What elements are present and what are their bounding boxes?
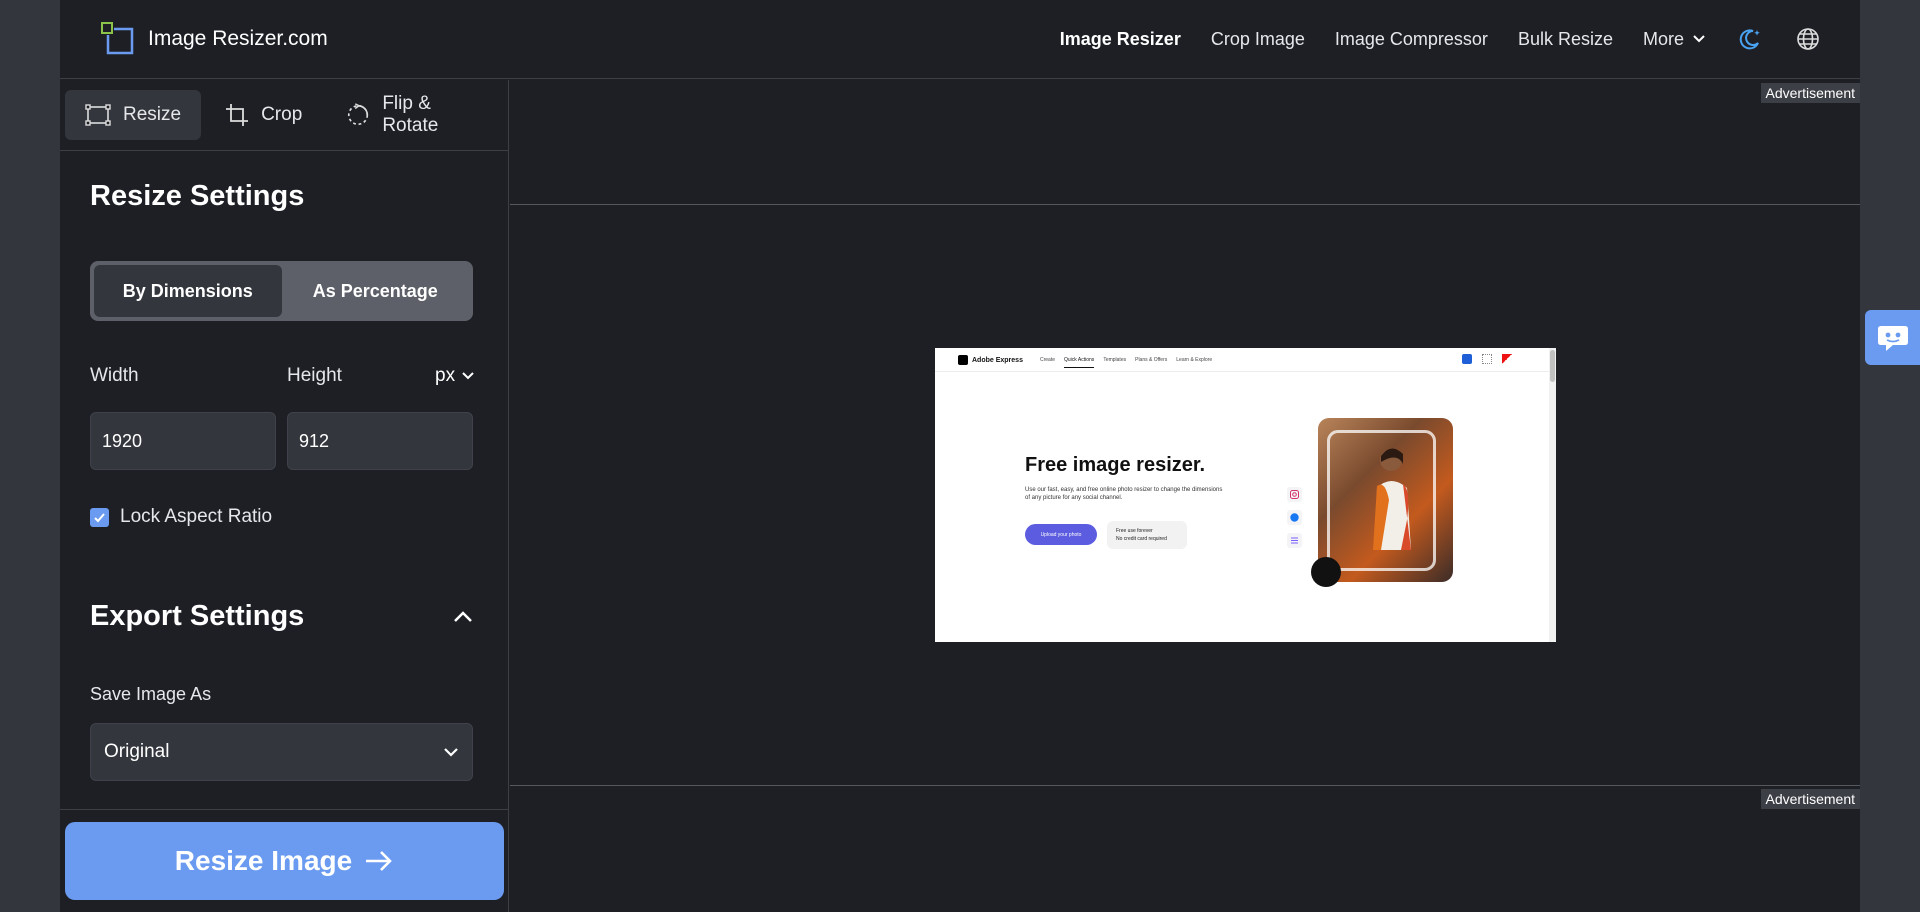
adobe-red-icon [1502,354,1512,364]
preview-free-line: Free use forever [1116,528,1153,534]
nav-crop-image[interactable]: Crop Image [1211,29,1305,50]
crop-icon [226,104,249,126]
nav-bulk-resize[interactable]: Bulk Resize [1518,29,1613,50]
resize-icon [85,104,111,126]
main-nav: Image Resizer Crop Image Image Compresso… [1030,22,1822,56]
unit-value: px [435,365,456,386]
chevron-down-icon [462,372,474,380]
preview-nav-link: Plans & Offers [1135,357,1168,363]
list-icon [1287,533,1302,548]
unit-select[interactable]: px [435,365,475,387]
preview-apps-icon [1482,354,1492,364]
save-image-as-label: Save Image As [90,684,212,704]
image-preview[interactable]: Adobe Express Create Quick Actions Templ… [935,348,1556,642]
ad-slot-bottom: Advertisement [510,785,1860,912]
preview-scroll-thumb [1550,350,1555,382]
theme-toggle-icon[interactable] [1736,25,1764,53]
tool-tabs: Resize Crop Flip & Rotate [60,80,508,151]
resize-image-label: Resize Image [174,845,353,876]
checkbox-checked-icon [90,507,109,527]
tab-crop-label: Crop [261,104,303,125]
preview-person-image [1373,448,1411,550]
preview-subtext: Use our fast, easy, and free online phot… [1025,487,1223,501]
preview-fab [1311,557,1341,587]
tab-resize-label: Resize [123,104,182,125]
chevron-up-icon[interactable] [453,610,473,629]
resize-settings-title: Resize Settings [90,180,305,212]
logo[interactable]: Image Resizer.com [100,22,328,56]
nav-more-label: More [1642,28,1684,49]
preview-upload-button: Upload your photo [1025,524,1097,545]
height-label: Height [287,365,342,386]
by-dimensions-button[interactable]: By Dimensions [94,265,282,317]
preview-nav: Adobe Express Create Quick Actions Templ… [935,348,1556,372]
settings-panel: Resize Crop Flip & Rotate Resize Setting… [60,80,509,912]
preview-headline: Free image resizer. [1025,454,1206,476]
chatbot-icon [1877,325,1908,351]
save-format-value: Original [104,741,170,762]
chat-support-button[interactable] [1865,310,1920,365]
width-label: Width [90,365,139,386]
preview-free-badge: Free use forever No credit card required [1107,521,1187,549]
tab-resize[interactable]: Resize [65,90,202,140]
nav-image-compressor[interactable]: Image Compressor [1335,29,1488,50]
preview-right-icons [1462,354,1522,364]
resize-image-button[interactable]: Resize Image [65,822,504,900]
preview-brand-text: Adobe Express [972,356,1023,364]
nav-more[interactable]: More [1643,29,1706,50]
instagram-icon [1287,487,1302,502]
preview-nav-link: Learn & Explore [1176,357,1213,363]
save-format-select[interactable]: Original [90,723,473,781]
preview-nav-link: Quick Actions [1064,357,1095,368]
adobe-logo-icon [958,355,968,365]
app: Image Resizer.com Image Resizer Crop Ima… [60,0,1860,912]
preview-social-icons [1287,487,1303,556]
globe-icon[interactable] [1794,25,1822,53]
resize-mode-toggle: By Dimensions As Percentage [90,261,473,321]
tab-crop[interactable]: Crop [205,90,322,140]
top-header: Image Resizer.com Image Resizer Crop Ima… [60,0,1860,79]
advertisement-label: Advertisement [1760,83,1860,103]
tab-flip-rotate[interactable]: Flip & Rotate [326,90,504,140]
nav-image-resizer[interactable]: Image Resizer [1060,29,1181,50]
lock-aspect-ratio-checkbox[interactable]: Lock Aspect Ratio [90,506,272,528]
preview-free-line: No credit card required [1116,536,1167,542]
facebook-icon [1287,510,1302,525]
advertisement-label: Advertisement [1760,789,1860,809]
preview-cube-icon [1462,354,1472,364]
export-settings-title: Export Settings [90,600,305,632]
lock-aspect-ratio-label: Lock Aspect Ratio [120,506,273,527]
chevron-down-icon [444,748,458,757]
preview-brand: Adobe Express [958,355,1023,365]
preview-nav-link: Templates [1103,357,1127,363]
width-input[interactable]: 1920 [90,412,276,470]
logo-icon [101,22,134,55]
arrow-right-icon [366,851,393,871]
preview-nav-link: Create [1040,357,1056,363]
ad-slot-top: Advertisement [510,80,1860,205]
rotate-icon [348,103,369,126]
preview-nav-links: Create Quick Actions Templates Plans & O… [1040,357,1221,368]
tab-flip-rotate-label: Flip & Rotate [382,93,439,136]
chevron-down-icon [1693,35,1705,43]
divider [60,809,509,810]
height-input[interactable]: 912 [287,412,473,470]
preview-scrollbar [1549,348,1556,642]
logo-text: Image Resizer.com [148,27,328,50]
image-preview-area: Adobe Express Create Quick Actions Templ… [510,206,1860,784]
as-percentage-button[interactable]: As Percentage [282,265,470,317]
